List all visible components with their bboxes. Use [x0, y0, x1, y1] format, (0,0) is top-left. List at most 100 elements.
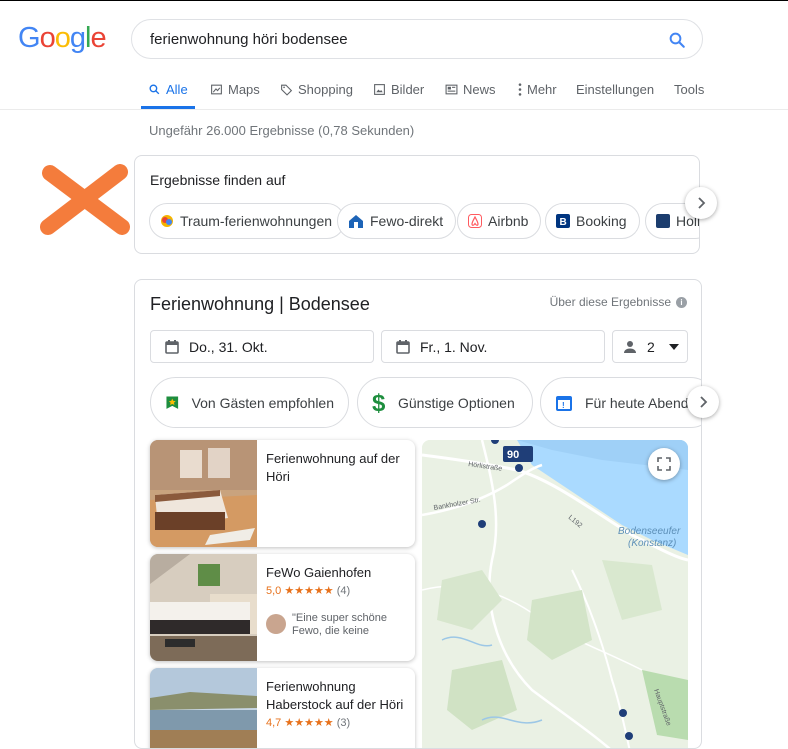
cross-mark-icon: [40, 164, 130, 235]
chip-traum-ferienwohnungen[interactable]: Traum-ferienwohnungen: [149, 203, 346, 239]
tab-label: Shopping: [298, 82, 353, 97]
svg-text:$: $: [372, 391, 386, 415]
map[interactable]: 90 Hörlistraße Bankholzer Str. L192 Bode…: [422, 440, 688, 749]
tab-news[interactable]: News: [445, 82, 496, 97]
map-canvas[interactable]: 90 Hörlistraße Bankholzer Str. L192 Bode…: [422, 440, 688, 749]
checkin-date-value: Do., 31. Okt.: [189, 338, 268, 355]
tab-label: Einstellungen: [576, 82, 655, 97]
booking-icon: B: [556, 214, 570, 228]
more-icon: [518, 83, 522, 96]
tab-label: Mehr: [527, 82, 557, 97]
top-border: [0, 0, 788, 1]
hotel-pack-title: Ferienwohnung | Bodensee: [150, 294, 370, 314]
svg-text:!: !: [562, 401, 565, 410]
about-label: Über diese Ergebnisse: [549, 295, 671, 309]
logo-letter: G: [18, 22, 41, 54]
tab-label: Tools: [674, 82, 705, 97]
review-count: (3): [336, 717, 351, 729]
tab-label: News: [463, 82, 496, 97]
rating-stars: ★★★★★: [284, 585, 334, 597]
logo-letter: o: [54, 22, 71, 54]
rating-stars: ★★★★★: [284, 717, 334, 729]
tag-icon: [281, 84, 293, 96]
expand-map-button[interactable]: [648, 448, 680, 480]
calendar-icon: [165, 339, 179, 354]
chip-label: Booking: [576, 213, 627, 229]
panel-title: Ergebnisse finden auf: [150, 172, 286, 188]
chip-label: Traum-ferienwohnungen: [180, 213, 333, 229]
rating-value: 4,7: [266, 717, 282, 729]
find-results-on-panel: Ergebnisse finden auf Traum-ferienwohnun…: [134, 155, 700, 254]
listing-name[interactable]: Ferienwohnung auf der Höri: [266, 450, 408, 486]
airbnb-icon: [468, 214, 482, 228]
svg-text:B: B: [560, 217, 567, 228]
calendar-icon: !: [556, 395, 572, 411]
filter-tonight[interactable]: ! Für heute Abend: [540, 377, 701, 428]
search-icon: [149, 84, 160, 95]
price-pin-label[interactable]: 90: [507, 449, 519, 461]
filter-label: Günstige Optionen: [398, 394, 515, 411]
chip-label: Fewo-direkt: [370, 213, 444, 229]
filter-budget-options[interactable]: $ Günstige Optionen: [357, 377, 533, 428]
listing-photo[interactable]: [150, 554, 257, 661]
guests-dropdown[interactable]: 2: [612, 330, 688, 363]
listing-rating: 4,7 ★★★★★ (3): [266, 716, 350, 729]
checkout-date-field[interactable]: Fr., 1. Nov.: [381, 330, 605, 363]
tab-tools[interactable]: Tools: [674, 82, 704, 97]
filter-guest-recommended[interactable]: Von Gästen empfohlen: [150, 377, 349, 428]
chip-airbnb[interactable]: Airbnb: [457, 203, 542, 239]
traum-ferienwohnungen-icon: [161, 215, 173, 227]
divider: [0, 109, 788, 110]
checkin-date-field[interactable]: Do., 31. Okt.: [150, 330, 374, 363]
chevron-right-icon: [700, 396, 708, 408]
fewo-direkt-icon: [349, 215, 363, 228]
tab-label: Bilder: [391, 82, 425, 97]
holidaycheck-icon: [656, 214, 670, 228]
tab-shopping[interactable]: Shopping: [280, 82, 353, 97]
news-icon: [445, 84, 458, 95]
filters-next-button[interactable]: [687, 386, 719, 418]
listing-card[interactable]: Ferienwohnung Haberstock auf der Höri 4,…: [150, 668, 415, 749]
search-box[interactable]: ferienwohnung höri bodensee: [131, 19, 703, 59]
listing-name[interactable]: FeWo Gaienhofen: [266, 564, 408, 582]
tab-einstellungen[interactable]: Einstellungen: [576, 82, 654, 97]
tab-label: Alle: [166, 82, 188, 97]
listing-photo[interactable]: [150, 440, 257, 547]
logo-letter: o: [39, 22, 56, 54]
tab-maps[interactable]: Maps: [210, 82, 260, 97]
tab-alle[interactable]: Alle: [148, 82, 188, 97]
filter-label: Für heute Abend: [585, 394, 689, 411]
listing-photo[interactable]: [150, 668, 257, 749]
flag-icon: [166, 395, 179, 409]
result-stats: Ungefähr 26.000 Ergebnisse (0,78 Sekunde…: [149, 123, 415, 138]
listing-card[interactable]: Ferienwohnung auf der Höri: [150, 440, 415, 547]
listing-rating: 5,0 ★★★★★ (4): [266, 584, 350, 597]
tab-mehr[interactable]: Mehr: [518, 82, 557, 97]
checkout-date-value: Fr., 1. Nov.: [420, 338, 488, 355]
guests-value: 2: [647, 338, 655, 355]
chip-booking[interactable]: B Booking: [545, 203, 640, 239]
map-label: (Konstanz): [628, 538, 676, 549]
about-results-link[interactable]: Über diese Ergebnisse i: [550, 295, 687, 309]
review-text: "Eine super schöne Fewo, die keine: [292, 612, 388, 637]
chip-label: Airbnb: [488, 213, 529, 229]
google-logo[interactable]: Google: [18, 22, 107, 55]
hotel-pack: Ferienwohnung | Bodensee Über diese Erge…: [134, 279, 702, 749]
review-snippet: "Eine super schöne Fewo, die keine: [266, 612, 406, 638]
tab-bilder[interactable]: Bilder: [373, 82, 424, 97]
rating-value: 5,0: [266, 585, 282, 597]
chip-fewo-direkt[interactable]: Fewo-direkt: [337, 203, 457, 239]
info-icon: i: [676, 296, 687, 308]
filter-label: Von Gästen empfohlen: [191, 394, 334, 411]
logo-letter: g: [69, 22, 86, 54]
dropdown-arrow-icon: [668, 343, 679, 350]
chips-next-button[interactable]: [685, 187, 717, 219]
search-icon[interactable]: [668, 31, 686, 49]
review-count: (4): [336, 585, 351, 597]
fullscreen-icon: [657, 457, 671, 471]
listing-name[interactable]: Ferienwohnung Haberstock auf der Höri: [266, 678, 408, 714]
map-label: Bodenseeufer: [618, 526, 681, 537]
search-input[interactable]: ferienwohnung höri bodensee: [150, 31, 348, 48]
chevron-right-icon: [698, 197, 706, 209]
listing-card[interactable]: FeWo Gaienhofen 5,0 ★★★★★ (4) "Eine supe…: [150, 554, 415, 661]
